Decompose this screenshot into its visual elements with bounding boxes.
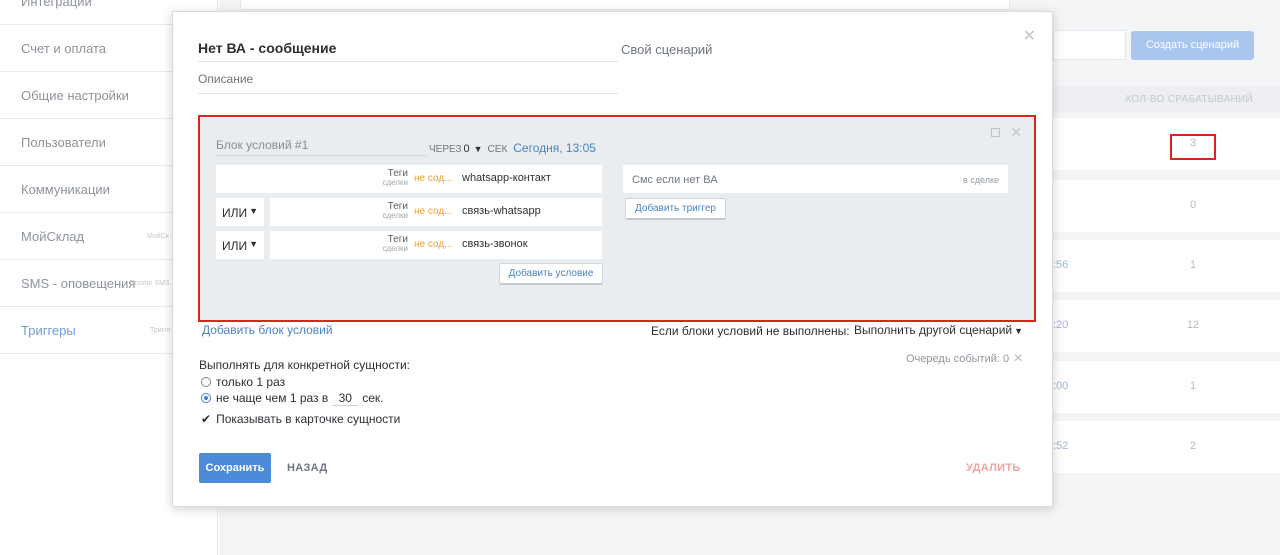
interval-unit: сек. — [362, 391, 384, 405]
row-count: 1 — [1189, 380, 1197, 392]
row-count: 1 — [1189, 259, 1197, 271]
radio-not-more-label: не чаще чем 1 раз в — [216, 391, 329, 405]
show-in-card-label: Показывать в карточке сущности — [216, 412, 401, 426]
table-row[interactable]: :56 1 — [1053, 240, 1280, 292]
close-icon[interactable]: ✕ — [1023, 26, 1036, 46]
delete-button[interactable]: УДАЛИТЬ — [966, 462, 1021, 474]
execution-title: Выполнять для конкретной сущности: — [199, 358, 411, 372]
highlight-frame — [198, 115, 1036, 322]
checkmark-icon[interactable]: ✔ — [201, 412, 211, 426]
table-row[interactable]: :00 1 — [1053, 361, 1280, 413]
row-time: :52 — [1053, 440, 1069, 452]
table-row[interactable]: 0 — [1053, 180, 1280, 232]
radio-icon[interactable] — [201, 377, 211, 387]
description-input[interactable]: Описание — [198, 72, 618, 94]
row-time: :56 — [1053, 259, 1069, 271]
table-header: КОЛ-ВО СРАБАТЫВАНИЙ — [1053, 86, 1280, 112]
sidebar-item-label: Общие настройки — [21, 88, 129, 103]
table-row[interactable]: 3 — [1053, 118, 1280, 170]
column-header-count: КОЛ-ВО СРАБАТЫВАНИЙ — [1125, 94, 1253, 105]
sidebar-item-sublabel: МойСк — [147, 233, 169, 240]
scenario-title-input[interactable]: Нет ВА - сообщение — [198, 40, 618, 62]
row-count: 12 — [1186, 319, 1200, 331]
sidebar-item-sublabel: Prostor SMS — [130, 280, 170, 287]
event-queue: Очередь событий: 0 ✕ — [906, 351, 1023, 365]
sidebar-item-label: МойСклад — [21, 229, 85, 244]
else-action-select[interactable]: Выполнить другой сценарий ▼ — [854, 323, 1023, 337]
sidebar-item-label: Пользователи — [21, 135, 106, 150]
row-time: :00 — [1053, 380, 1069, 392]
radio-once[interactable]: только 1 раз — [201, 375, 285, 389]
chevron-down-icon: ▼ — [1014, 326, 1024, 336]
save-button[interactable]: Сохранить — [199, 453, 271, 483]
radio-checked-icon[interactable] — [201, 393, 211, 403]
search-input[interactable] — [1053, 30, 1126, 60]
scenario-edit-modal: ✕ Нет ВА - сообщение Свой сценарий Описа… — [172, 11, 1053, 507]
scenario-tabs — [240, 0, 1010, 10]
row-count: 2 — [1189, 440, 1197, 452]
add-condition-block-link[interactable]: Добавить блок условий — [202, 323, 333, 337]
table-row[interactable]: :20 12 — [1053, 300, 1280, 352]
radio-not-more-than[interactable]: не чаще чем 1 раз в 30 сек. — [201, 391, 384, 406]
row-count: 0 — [1189, 199, 1197, 211]
interval-seconds-input[interactable]: 30 — [332, 391, 359, 406]
create-scenario-button[interactable]: Создать сценарий — [1131, 31, 1254, 60]
sidebar-item-label: Интеграции — [21, 0, 92, 9]
sidebar-item-label: Счет и оплата — [21, 41, 107, 56]
event-queue-label: Очередь событий: 0 — [906, 353, 1010, 365]
sidebar-item-label: Триггеры — [21, 323, 76, 338]
radio-once-label: только 1 раз — [216, 375, 286, 389]
sidebar-item-label: SMS - оповещения — [21, 276, 136, 291]
table-row[interactable]: :52 2 — [1053, 421, 1280, 473]
count-highlight-frame — [1170, 134, 1216, 160]
show-in-card-checkbox[interactable]: ✔ Показывать в карточке сущности — [201, 412, 400, 426]
scenario-type-label: Свой сценарий — [621, 42, 713, 57]
else-action-value: Выполнить другой сценарий — [854, 323, 1013, 337]
back-button[interactable]: НАЗАД — [287, 462, 327, 474]
else-label: Если блоки условий не выполнены: — [651, 324, 850, 338]
sidebar-item-label: Коммуникации — [21, 182, 110, 197]
close-icon[interactable]: ✕ — [1013, 351, 1023, 365]
sidebar-item-sublabel: Тригге — [150, 327, 171, 334]
row-time: :20 — [1053, 319, 1069, 331]
